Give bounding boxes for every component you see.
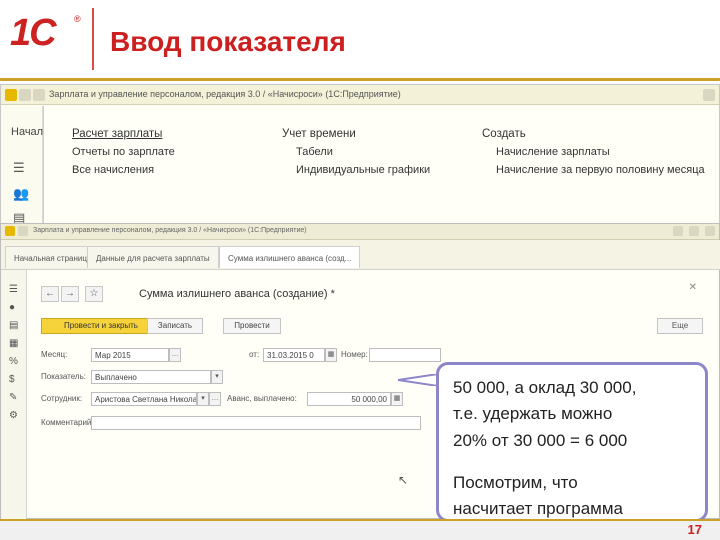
window-maximize-icon[interactable]	[689, 226, 699, 236]
column-create: Создать Начисление зарплаты Начисление з…	[482, 128, 705, 182]
wrench-icon[interactable]: ✎	[9, 392, 17, 403]
callout-pointer	[398, 374, 438, 386]
footer-gold-line	[0, 519, 720, 521]
number-label: Номер:	[341, 350, 368, 359]
form-title: Сумма излишнего аванса (создание) *	[139, 288, 335, 300]
back-window-titlebar: Зарплата и управление персоналом, редакц…	[1, 85, 719, 105]
callout-line: т.е. удержать можно	[453, 404, 613, 424]
calendar-button[interactable]: ▦	[325, 348, 337, 362]
front-window-title: Зарплата и управление персоналом, редакц…	[33, 227, 307, 234]
month-label: Месяц:	[41, 350, 68, 359]
payments-icon[interactable]: $	[9, 374, 15, 385]
more-button[interactable]: Еще	[657, 318, 703, 334]
back-nav-button[interactable]: ←	[41, 286, 59, 302]
logo-text: 1С	[10, 12, 57, 54]
save-button[interactable]: Записать	[147, 318, 203, 334]
indicator-input[interactable]: Выплачено	[91, 370, 211, 384]
menu-icon[interactable]	[18, 226, 28, 236]
employee-input[interactable]: Аристова Светлана Николаевна	[91, 392, 197, 406]
number-input[interactable]	[369, 348, 441, 362]
indicator-label: Показатель:	[41, 372, 86, 381]
window-minimize-icon[interactable]	[673, 226, 683, 236]
nav-link[interactable]: Табели	[282, 146, 430, 158]
nav-link[interactable]: Индивидуальные графики	[282, 164, 430, 176]
comment-label: Комментарий:	[41, 418, 94, 427]
close-icon[interactable]: ✕	[689, 282, 697, 293]
tabs-row: Начальная страница Данные для расчета за…	[1, 240, 720, 270]
back-window: Зарплата и управление персоналом, редакц…	[0, 84, 720, 226]
percent-icon[interactable]: %	[9, 356, 18, 367]
slide-title: Ввод показателя	[110, 26, 346, 57]
window-close-icon[interactable]	[705, 226, 715, 236]
amount-input[interactable]: 50 000,00	[307, 392, 391, 406]
employee-dropdown[interactable]: ▾	[197, 392, 209, 406]
logo-registered-mark: ®	[74, 14, 81, 24]
menu-lines-icon[interactable]: ☰	[13, 160, 25, 176]
comment-input[interactable]	[91, 416, 421, 430]
back-content: Расчет зарплаты Отчеты по зарплате Все н…	[43, 106, 719, 226]
amount-calculator-button[interactable]: ▦	[391, 392, 403, 406]
front-window-titlebar: Зарплата и управление персоналом, редакц…	[1, 224, 719, 240]
tab-payroll-data[interactable]: Данные для расчета зарплаты	[87, 246, 219, 268]
nav-link[interactable]: Начисление зарплаты	[482, 146, 705, 158]
explanation-callout: 50 000, а оклад 30 000, т.е. удержать мо…	[436, 362, 708, 522]
employee-label: Сотрудник:	[41, 394, 83, 403]
menu-icon[interactable]	[33, 89, 45, 101]
callout-gap	[453, 454, 691, 470]
app-logo-icon	[5, 226, 15, 236]
callout-line: 50 000, а оклад 30 000,	[453, 378, 637, 397]
footer-bar	[0, 519, 720, 540]
month-input[interactable]: Мар 2015	[91, 348, 169, 362]
date-label: от:	[249, 350, 260, 359]
amount-label: Аванс, выплачено:	[227, 394, 297, 403]
column-payroll: Расчет зарплаты Отчеты по зарплате Все н…	[72, 128, 175, 182]
column-head[interactable]: Создать	[482, 128, 705, 140]
employee-open-button[interactable]: …	[209, 392, 221, 406]
header-gold-line	[0, 78, 720, 81]
users-icon[interactable]: 👥	[13, 186, 29, 202]
column-head[interactable]: Расчет зарплаты	[72, 128, 175, 140]
month-select-button[interactable]: …	[169, 348, 181, 362]
tab-home[interactable]: Начал	[11, 126, 43, 138]
slide-header: 1С ® Ввод показателя	[0, 0, 720, 80]
back-sidebar: Начал ☰ 👥 ▤	[1, 106, 43, 226]
nav-link[interactable]: Все начисления	[72, 164, 175, 176]
window-control-icon[interactable]	[703, 89, 715, 101]
callout-line: Посмотрим, что	[453, 473, 578, 493]
nav-link[interactable]: Отчеты по зарплате	[72, 146, 175, 158]
tab-excess-advance[interactable]: Сумма излишнего аванса (созд...	[219, 246, 361, 268]
post-button[interactable]: Провести	[223, 318, 281, 334]
callout-line: 20% от 30 000 = 6 000	[453, 430, 628, 450]
favorite-button[interactable]: ☆	[85, 286, 103, 302]
front-sidebar: ☰ ● ▤ ▦ % $ ✎ ⚙	[1, 270, 27, 520]
menu-lines-icon[interactable]: ☰	[9, 284, 18, 295]
back-arrow-icon[interactable]	[19, 89, 31, 101]
column-head[interactable]: Учет времени	[282, 128, 430, 140]
mouse-cursor-icon: ↖	[398, 473, 409, 487]
back-window-title: Зарплата и управление персоналом, редакц…	[49, 89, 401, 99]
users-icon[interactable]: ●	[9, 302, 15, 313]
app-logo-icon	[5, 89, 17, 101]
logo-1c: 1С ®	[10, 12, 82, 60]
gear-icon[interactable]: ⚙	[9, 410, 18, 421]
forward-nav-button[interactable]: →	[61, 286, 79, 302]
date-input[interactable]: 31.03.2015 0	[263, 348, 325, 362]
header-divider	[92, 8, 94, 70]
column-time-tracking: Учет времени Табели Индивидуальные графи…	[282, 128, 430, 182]
indicator-dropdown[interactable]: ▾	[211, 370, 223, 384]
page-number: 17	[687, 522, 702, 537]
post-and-close-button[interactable]: Провести и закрыть	[41, 318, 161, 334]
list-icon[interactable]: ▦	[9, 338, 18, 349]
document-icon[interactable]: ▤	[9, 320, 18, 331]
nav-link[interactable]: Начисление за первую половину месяца	[482, 164, 705, 176]
